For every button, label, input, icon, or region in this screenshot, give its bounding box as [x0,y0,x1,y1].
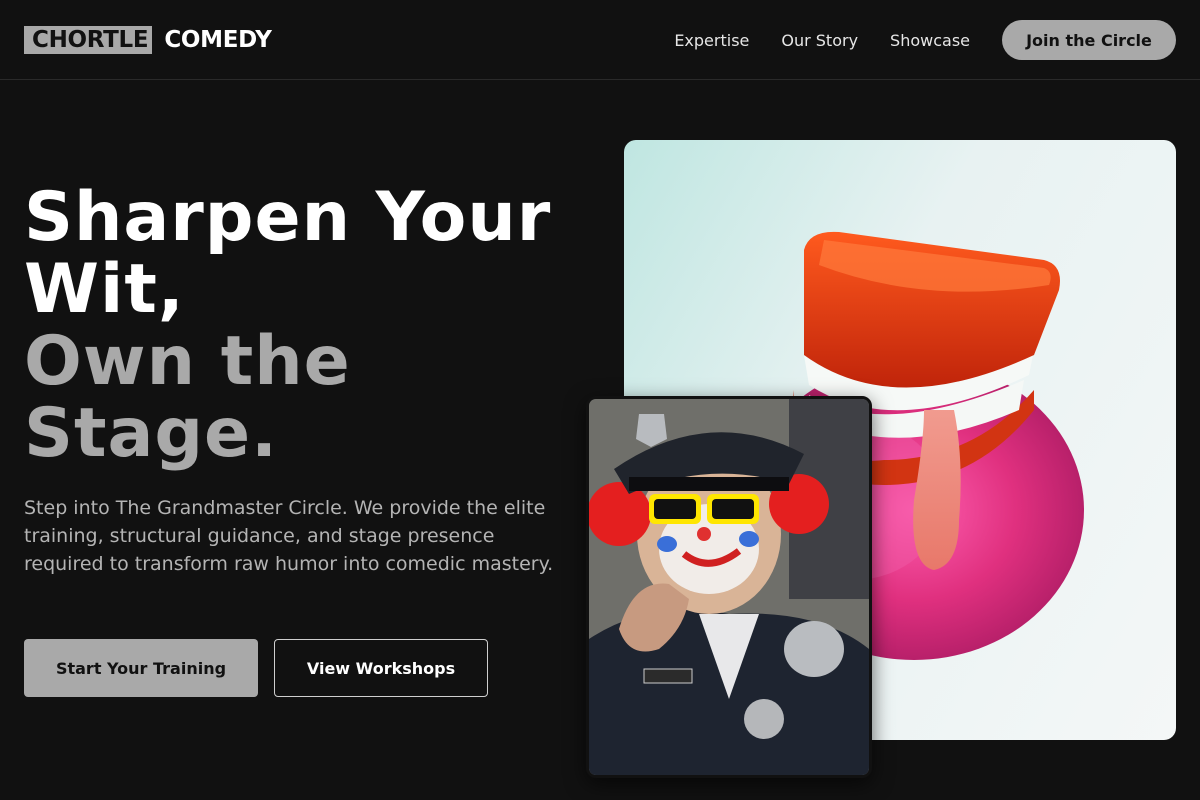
hero-title-line: Sharpen Your [24,178,552,257]
logo-box: CHORTLE [24,26,153,54]
nav-link-our-story[interactable]: Our Story [781,31,858,50]
brand-logo[interactable]: CHORTLE COMEDY [24,26,272,54]
hero-description: Step into The Grandmaster Circle. We pro… [24,497,554,575]
hero-title: Sharpen Your Wit, Own the Stage. [24,182,604,470]
clown-officer-image [586,396,872,778]
main-nav: Expertise Our Story Showcase Join the Ci… [674,0,1176,80]
start-training-button[interactable]: Start Your Training [24,639,258,697]
nav-link-showcase[interactable]: Showcase [890,31,970,50]
join-circle-button[interactable]: Join the Circle [1002,20,1176,60]
nav-link-expertise[interactable]: Expertise [674,31,749,50]
clown-officer-illustration [589,399,869,775]
hero-title-highlight: Own the [24,322,351,401]
hero-title-line: Wit, [24,250,185,329]
hero-title-highlight: Stage. [24,394,278,473]
view-workshops-button[interactable]: View Workshops [274,639,488,697]
logo-text: COMEDY [164,27,272,53]
site-header: CHORTLE COMEDY Expertise Our Story Showc… [0,0,1200,80]
